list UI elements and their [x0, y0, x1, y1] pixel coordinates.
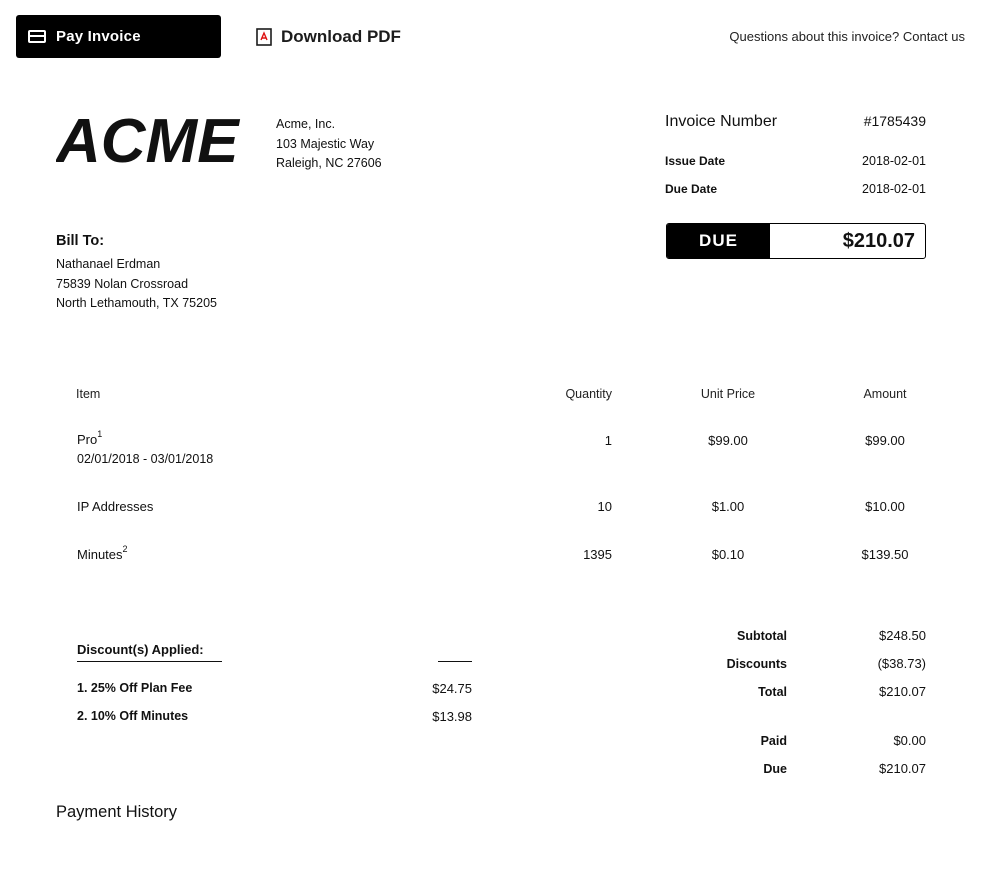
- item-name: IP Addresses: [77, 499, 154, 514]
- discount-item-label: 1. 25% Off Plan Fee: [77, 681, 193, 695]
- total-value: $210.07: [879, 684, 926, 699]
- discount-item-amount: $13.98: [432, 709, 472, 724]
- pay-invoice-label: Pay Invoice: [56, 28, 141, 45]
- company-address-line-1: 103 Majestic Way: [276, 136, 375, 151]
- column-header-unit-price: Unit Price: [700, 387, 756, 401]
- contact-text: Questions about this invoice? Contact us: [729, 29, 965, 44]
- payment-history-title: Payment History: [56, 803, 178, 821]
- customer-address-line-2: North Lethamouth, TX 75205: [56, 296, 217, 310]
- discounts-value: ($38.73): [877, 656, 926, 671]
- pay-invoice-button[interactable]: Pay Invoice: [16, 15, 221, 58]
- pdf-file-icon: [256, 28, 272, 46]
- item-quantity: 10: [597, 499, 612, 514]
- item-quantity: 1395: [583, 547, 612, 562]
- item-amount: $99.00: [865, 433, 905, 448]
- item-name: Minutes: [77, 547, 123, 562]
- discounts-label: Discounts: [726, 657, 787, 671]
- item-amount: $139.50: [861, 547, 909, 562]
- due-tag: DUE: [667, 224, 770, 258]
- column-header-quantity: Quantity: [565, 387, 612, 401]
- column-header-item: Item: [76, 387, 101, 401]
- company-address-line-2: Raleigh, NC 27606: [276, 156, 382, 170]
- invoice-number-value: #1785439: [863, 113, 926, 129]
- discount-item-label: 2. 10% Off Minutes: [77, 709, 189, 723]
- issue-date-label: Issue Date: [665, 154, 726, 168]
- footnote-marker: 2: [122, 544, 128, 554]
- item-name: Pro: [77, 432, 98, 447]
- download-pdf-link[interactable]: Download PDF: [256, 27, 401, 47]
- acme-logo: ACME: [56, 112, 240, 164]
- due-label: Due: [763, 762, 787, 776]
- item-unit-price: $0.10: [711, 547, 745, 562]
- issue-date-value: 2018-02-01: [862, 154, 926, 168]
- company-name: Acme, Inc.: [276, 117, 336, 131]
- table-row-item: Minutes2: [77, 544, 128, 562]
- item-unit-price: $1.00: [711, 499, 745, 514]
- due-date-value: 2018-02-01: [862, 182, 926, 196]
- item-quantity: 1: [604, 433, 612, 448]
- subtotal-label: Subtotal: [737, 629, 787, 643]
- due-amount: $210.07: [842, 229, 915, 252]
- column-header-amount: Amount: [863, 387, 907, 401]
- item-period: 02/01/2018 - 03/01/2018: [77, 452, 214, 466]
- divider: [77, 661, 222, 662]
- discount-item-amount: $24.75: [432, 681, 472, 696]
- paid-label: Paid: [760, 734, 787, 748]
- customer-address-line-1: 75839 Nolan Crossroad: [56, 276, 189, 291]
- total-label: Total: [758, 685, 787, 699]
- company-address: Acme, Inc. 103 Majestic Way Raleigh, NC …: [276, 115, 382, 174]
- footnote-marker: 1: [97, 429, 103, 439]
- subtotal-value: $248.50: [879, 628, 926, 643]
- item-amount: $10.00: [865, 499, 905, 514]
- bill-to-address: Nathanael Erdman 75839 Nolan Crossroad N…: [56, 255, 217, 314]
- credit-card-icon: [28, 30, 46, 43]
- paid-value: $0.00: [893, 733, 926, 748]
- download-pdf-label: Download PDF: [281, 27, 401, 46]
- table-row-item: Pro1: [77, 429, 103, 447]
- discounts-applied-title: Discount(s) Applied:: [77, 642, 204, 657]
- contact-us-link[interactable]: Questions about this invoice? Contact us: [729, 29, 965, 44]
- customer-name: Nathanael Erdman: [56, 257, 161, 271]
- invoice-number-label: Invoice Number: [665, 113, 778, 130]
- due-date-label: Due Date: [665, 182, 718, 196]
- due-value: $210.07: [879, 761, 926, 776]
- amount-due-box: DUE $210.07: [666, 223, 926, 259]
- item-unit-price: $99.00: [708, 433, 748, 448]
- logo-text: ACME: [56, 112, 240, 164]
- divider: [438, 661, 472, 662]
- bill-to-title: Bill To:: [56, 233, 105, 249]
